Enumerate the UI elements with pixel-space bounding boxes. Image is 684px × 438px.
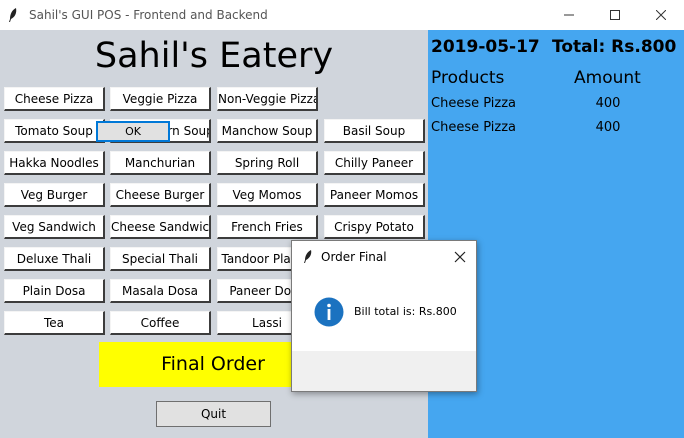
menu-item-button[interactable]: Veg Sandwich <box>4 215 105 239</box>
menu-item-button[interactable]: Tomato Soup <box>4 119 105 143</box>
dialog-message: Bill total is: Rs.800 <box>354 305 457 318</box>
menu-item-button[interactable]: Hakka Noodles <box>4 151 105 175</box>
menu-item-button[interactable]: Veg Momos <box>217 183 318 207</box>
close-icon <box>655 9 667 20</box>
menu-item-button[interactable]: Chilly Paneer <box>324 151 425 175</box>
menu-item-button[interactable]: Coffee <box>110 311 211 335</box>
menu-item-button[interactable]: Manchow Soup <box>217 119 318 143</box>
menu-item-button[interactable]: Manchurian <box>110 151 211 175</box>
menu-item-button[interactable]: French Fries <box>217 215 318 239</box>
window-titlebar[interactable]: Sahil's GUI POS - Frontend and Backend <box>0 0 684 30</box>
menu-item-button[interactable]: Spring Roll <box>217 151 318 175</box>
menu-item-button[interactable]: Deluxe Thali <box>4 247 105 271</box>
menu-item-button[interactable]: Veg Burger <box>4 183 105 207</box>
amount-header: Amount <box>574 68 641 88</box>
products-header: Products <box>431 68 505 88</box>
ok-button[interactable]: OK <box>96 121 170 142</box>
menu-item-button[interactable]: Special Thali <box>110 247 211 271</box>
menu-item-button[interactable]: Non-Veggie Pizza <box>217 87 318 111</box>
menu-item-button[interactable]: Cheese Sandwich <box>110 215 211 239</box>
close-button[interactable] <box>638 0 684 30</box>
maximize-icon <box>610 9 620 20</box>
restaurant-name: Sahil's Eatery <box>94 36 334 76</box>
bill-date: 2019-05-17 <box>431 37 540 57</box>
close-icon[interactable] <box>452 249 468 265</box>
dialog-footer <box>292 351 476 391</box>
window-title: Sahil's GUI POS - Frontend and Backend <box>29 8 268 22</box>
minimize-button[interactable] <box>546 0 592 30</box>
menu-item-button[interactable]: Tea <box>4 311 105 335</box>
menu-item-button[interactable]: Cheese Pizza <box>4 87 105 111</box>
maximize-button[interactable] <box>592 0 638 30</box>
order-final-dialog: Order Final Bill total is: Rs.800 <box>291 240 477 392</box>
bill-item-product: Cheese Pizza <box>431 120 516 135</box>
menu-item-button[interactable]: Plain Dosa <box>4 279 105 303</box>
info-icon <box>314 297 344 327</box>
menu-item-button[interactable]: Cheese Burger <box>110 183 211 207</box>
feather-icon <box>9 8 17 22</box>
menu-item-button[interactable]: Veggie Pizza <box>110 87 211 111</box>
dialog-title: Order Final <box>321 250 387 264</box>
minimize-icon <box>564 14 574 15</box>
menu-item-button[interactable]: Basil Soup <box>324 119 425 143</box>
bill-item-amount: 400 <box>595 96 621 111</box>
menu-item-button[interactable]: Masala Dosa <box>110 279 211 303</box>
menu-item-button[interactable]: Crispy Potato <box>324 215 425 239</box>
menu-item-button[interactable]: Paneer Momos <box>324 183 425 207</box>
bill-total: Total: Rs.800 <box>552 37 677 57</box>
feather-icon <box>304 250 312 263</box>
bill-item-amount: 400 <box>595 120 621 135</box>
quit-button[interactable]: Quit <box>156 401 271 427</box>
bill-item-product: Cheese Pizza <box>431 96 516 111</box>
